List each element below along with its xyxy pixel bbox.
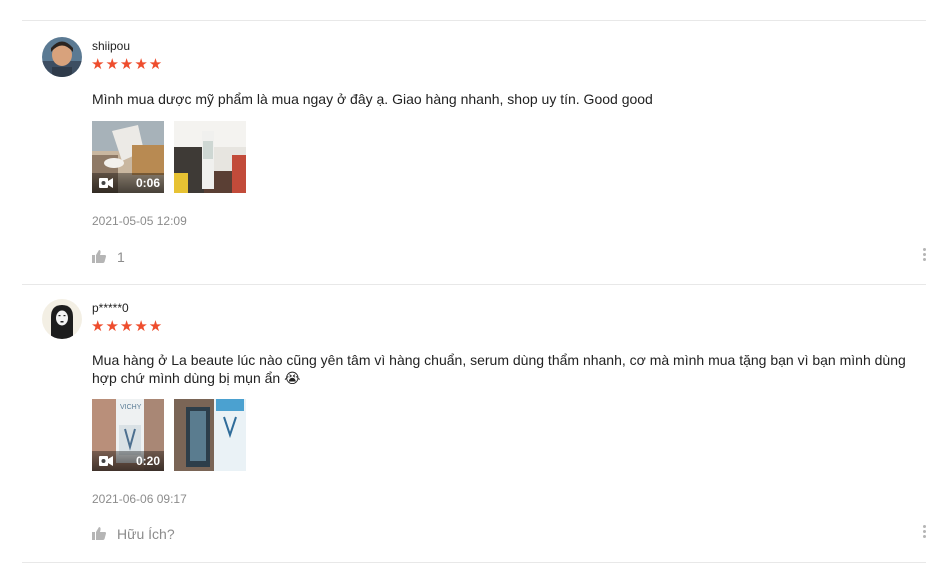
video-camera-icon (99, 456, 113, 466)
review-content: Mình mua dược mỹ phẩm là mua ngay ở đây … (92, 91, 653, 107)
thumbs-up-icon (92, 527, 106, 540)
review-timestamp: 2021-05-05 12:09 (92, 214, 187, 228)
helpful-label: Hữu Ích? (117, 526, 175, 542)
review-image-thumbnail[interactable] (174, 121, 246, 193)
username[interactable]: shiipou (92, 39, 130, 53)
user-avatar[interactable] (42, 37, 82, 77)
rating-stars: ★★★★★ (91, 318, 164, 335)
video-duration: 0:06 (135, 176, 160, 190)
bottom-divider (22, 562, 926, 563)
review-content-line: hợp chứ mình dùng bị mụn ẩn 😭 (92, 369, 922, 388)
svg-text:VICHY: VICHY (120, 404, 142, 411)
username[interactable]: p*****0 (92, 301, 129, 315)
review-video-thumbnail[interactable]: 0:06 (92, 121, 164, 193)
top-divider (22, 20, 926, 21)
more-options-icon[interactable] (921, 248, 927, 266)
crying-emoji: 😭 (284, 371, 301, 387)
video-duration-bar: 0:20 (92, 451, 164, 471)
review-content-line: Mua hàng ở La beaute lúc nào cũng yên tâ… (92, 352, 906, 368)
thumbs-up-icon (92, 250, 106, 263)
user-avatar[interactable] (42, 299, 82, 339)
review-item: p*****0 ★★★★★ Mua hàng ở La beaute lúc n… (22, 299, 926, 549)
review-video-thumbnail[interactable]: VICHY 0:20 (92, 399, 164, 471)
more-options-icon[interactable] (921, 525, 927, 543)
video-duration: 0:20 (135, 454, 160, 468)
review-timestamp: 2021-06-06 09:17 (92, 492, 187, 506)
helpful-button[interactable]: Hữu Ích? (92, 526, 192, 544)
like-button[interactable]: 1 (92, 249, 152, 267)
review-content: Mua hàng ở La beaute lúc nào cũng yên tâ… (92, 351, 922, 388)
like-count: 1 (117, 249, 125, 265)
review-content-text: hợp chứ mình dùng bị mụn ẩn (92, 370, 281, 386)
review-image-thumbnail[interactable] (174, 399, 246, 471)
video-camera-icon (99, 178, 113, 188)
review-divider (22, 284, 926, 285)
review-item: shiipou ★★★★★ Mình mua dược mỹ phẩm là m… (22, 37, 926, 277)
rating-stars: ★★★★★ (91, 56, 164, 73)
video-duration-bar: 0:06 (92, 173, 164, 193)
